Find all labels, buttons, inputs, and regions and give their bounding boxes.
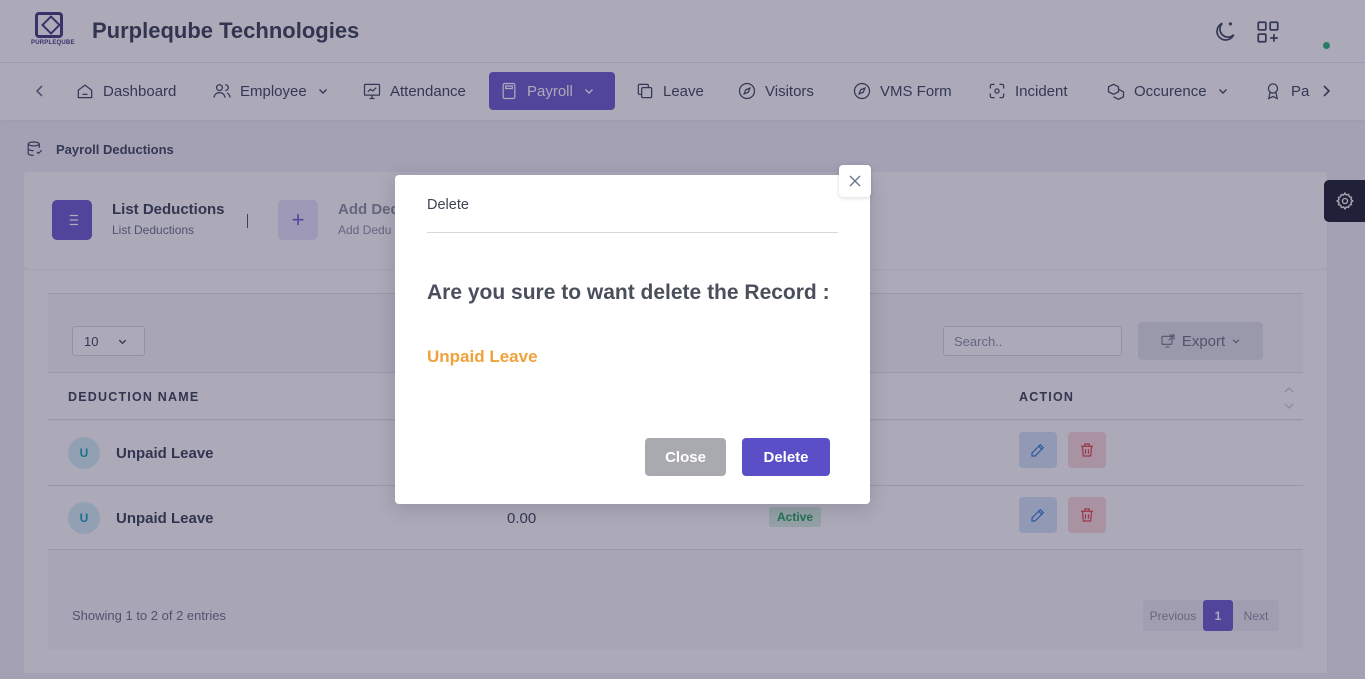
close-icon: [849, 175, 861, 187]
modal-close-x[interactable]: [839, 165, 871, 197]
modal-divider: [427, 232, 838, 233]
modal-title: Delete: [427, 197, 469, 213]
delete-modal: Delete Are you sure to want delete the R…: [395, 175, 870, 504]
record-name: Unpaid Leave: [427, 347, 538, 366]
confirm-delete-button[interactable]: Delete: [742, 438, 830, 476]
close-button[interactable]: Close: [645, 438, 726, 476]
confirm-question: Are you sure to want delete the Record :: [427, 281, 830, 304]
